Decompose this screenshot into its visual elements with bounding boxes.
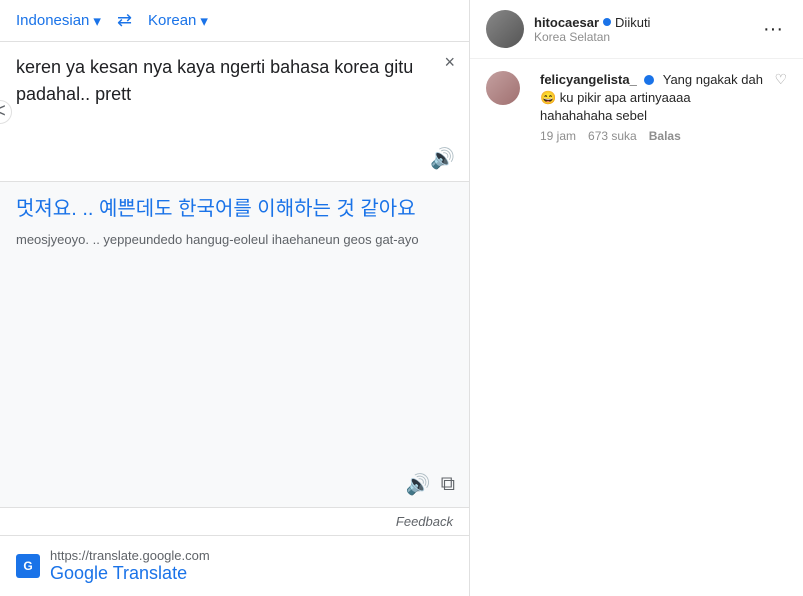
collapse-btn[interactable]: <: [0, 100, 12, 124]
comment-time: 19 jam: [540, 129, 576, 143]
username-row: hitocaesar Diikuti: [534, 15, 759, 30]
google-translate-icon: G: [16, 554, 40, 578]
translate-panel: Indonesian ▾ ⇄ Korean ▾ < keren ya kesan…: [0, 0, 470, 596]
more-options-btn[interactable]: ···: [759, 18, 787, 41]
result-speaker-btn[interactable]: 🔊: [406, 472, 431, 497]
target-lang-label: Korean: [148, 12, 196, 29]
result-speaker-icon: 🔊: [406, 474, 431, 496]
source-lang-label: Indonesian: [16, 12, 89, 29]
comment-meta: 19 jam 673 suka Balas: [540, 129, 764, 143]
commenter-avatar: [486, 71, 520, 105]
feedback-label: Feedback: [396, 514, 453, 529]
source-box: < keren ya kesan nya kaya ngerti bahasa …: [0, 42, 469, 182]
result-korean-text: 멋져요. .. 예쁜데도 한국어를 이해하는 것 같아요: [16, 194, 453, 224]
source-speaker-btn[interactable]: 🔊: [430, 146, 455, 171]
target-lang-chevron: ▾: [200, 12, 208, 30]
result-romanized-text: meosjyeoyo. .. yeppeundedo hangug-eoleul…: [16, 230, 453, 250]
copy-icon: ⧉: [441, 473, 455, 495]
swap-icon: ⇄: [117, 10, 132, 30]
comment-row: felicyangelista_ Yang ngakak dah😄 ku pik…: [486, 71, 787, 143]
instagram-panel: hitocaesar Diikuti Korea Selatan ··· fel…: [470, 0, 803, 596]
avatar: [486, 10, 524, 48]
clear-btn[interactable]: ×: [444, 52, 455, 73]
comment-section: felicyangelista_ Yang ngakak dah😄 ku pik…: [470, 59, 803, 596]
followed-label[interactable]: Diikuti: [615, 15, 650, 30]
result-actions: 🔊 ⧉: [406, 472, 455, 497]
target-lang-btn[interactable]: Korean ▾: [148, 12, 208, 30]
copy-btn[interactable]: ⧉: [441, 472, 455, 497]
result-box: 멋져요. .. 예쁜데도 한국어를 이해하는 것 같아요 meosjyeoyo.…: [0, 182, 469, 507]
like-icon[interactable]: ♡: [774, 71, 787, 88]
verified-badge: [603, 18, 611, 26]
user-row: hitocaesar Diikuti Korea Selatan ···: [470, 0, 803, 59]
username: hitocaesar: [534, 15, 599, 30]
translate-header: Indonesian ▾ ⇄ Korean ▾: [0, 0, 469, 42]
user-location: Korea Selatan: [534, 30, 759, 44]
swap-langs-btn[interactable]: ⇄: [109, 10, 140, 31]
footer-name[interactable]: Google Translate: [50, 563, 210, 584]
footer-url: https://translate.google.com: [50, 548, 210, 563]
feedback-row: Feedback: [0, 507, 469, 535]
source-lang-btn[interactable]: Indonesian ▾: [16, 12, 101, 30]
source-speaker-icon: 🔊: [430, 148, 455, 170]
source-text: keren ya kesan nya kaya ngerti bahasa ko…: [16, 54, 453, 108]
comment-content: felicyangelista_ Yang ngakak dah😄 ku pik…: [540, 71, 764, 143]
google-footer: G https://translate.google.com Google Tr…: [0, 535, 469, 596]
commenter-verified: [644, 75, 654, 85]
footer-text: https://translate.google.com Google Tran…: [50, 548, 210, 584]
commenter-name[interactable]: felicyangelista_: [540, 72, 637, 87]
source-lang-chevron: ▾: [93, 12, 101, 30]
comment-likes: 673 suka: [588, 129, 637, 143]
user-info: hitocaesar Diikuti Korea Selatan: [534, 15, 759, 44]
reply-btn[interactable]: Balas: [649, 129, 681, 143]
